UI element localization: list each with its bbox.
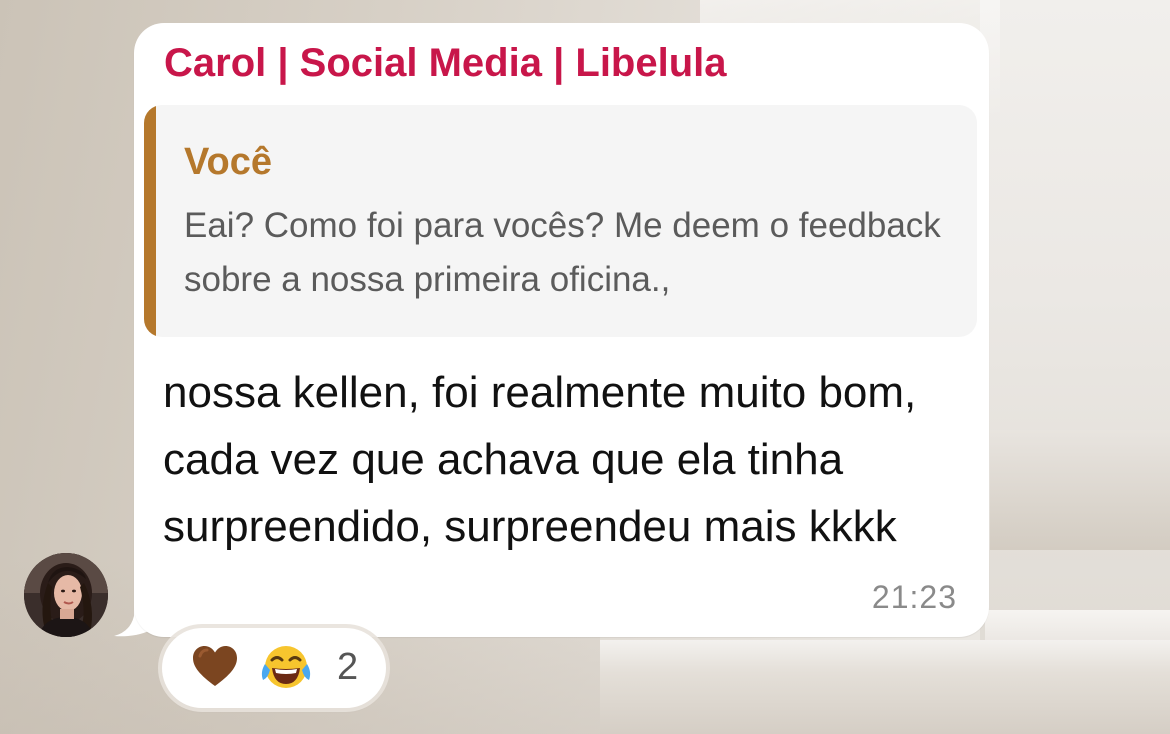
sender-avatar[interactable]: [24, 553, 108, 637]
reply-author: Você: [184, 141, 273, 183]
reply-quote[interactable]: Você Eai? Como foi para vocês? Me deem o…: [144, 105, 977, 337]
reply-text: Eai? Como foi para vocês? Me deem o feed…: [184, 206, 941, 299]
brown-heart-icon: [190, 642, 240, 697]
reaction-count: 2: [337, 646, 359, 688]
sender-name[interactable]: Carol | Social Media | Libelula: [164, 41, 727, 86]
wallpaper-step: [600, 640, 1170, 734]
message-time: 21:23: [871, 579, 957, 615]
reactions-pill[interactable]: 2: [162, 628, 386, 708]
wallpaper-step: [990, 430, 1170, 550]
reply-accent-bar: [144, 105, 156, 337]
message-bubble[interactable]: Carol | Social Media | Libelula Você Eai…: [134, 23, 989, 637]
face-with-tears-of-joy-icon: [260, 642, 312, 697]
avatar-photo: [24, 553, 108, 637]
message-text: nossa kellen, foi realmente muito bom, c…: [163, 368, 917, 551]
